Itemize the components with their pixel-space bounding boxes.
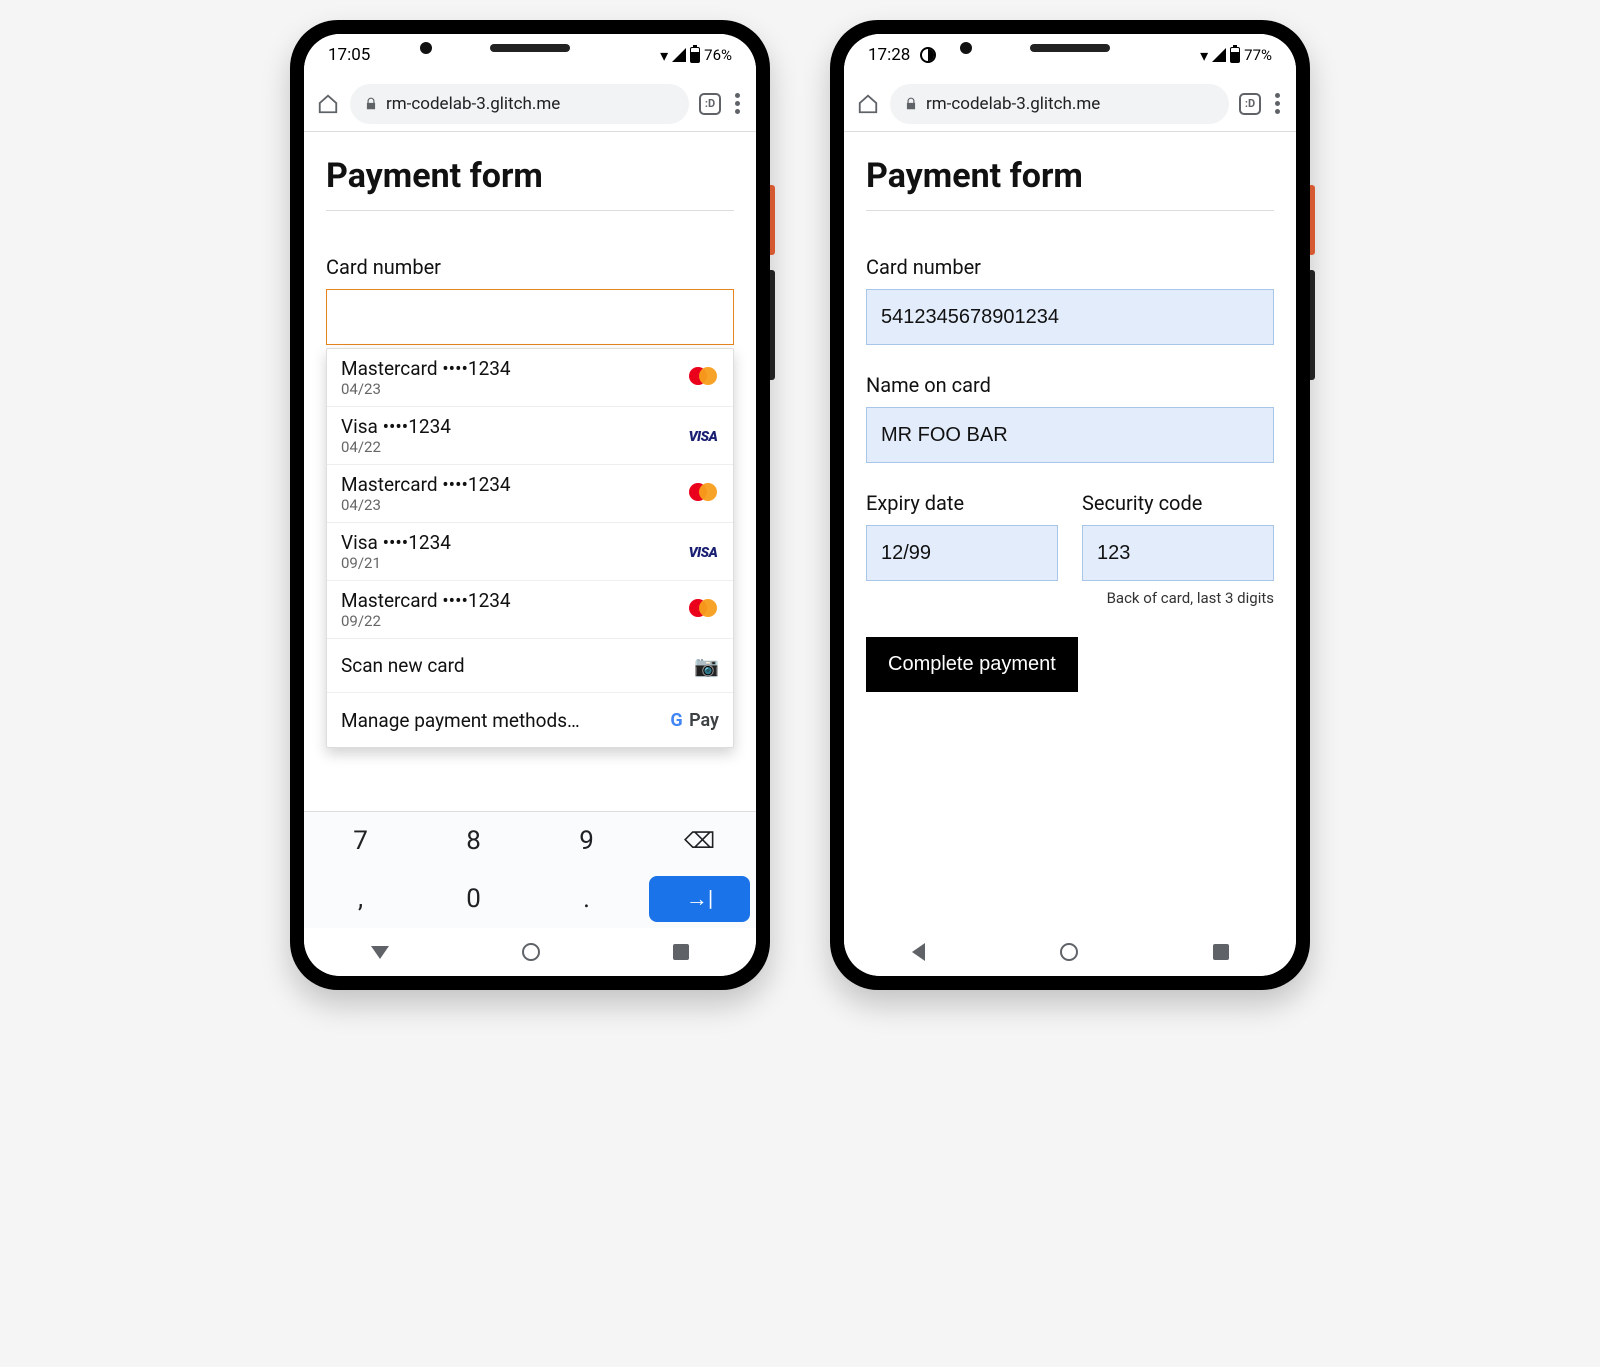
volume-button <box>1310 270 1315 380</box>
phone-left: 17:05 ▾ 76% rm-codelab-3.glitch.me :D Pa… <box>290 20 770 990</box>
signal-icon <box>1212 48 1226 62</box>
expiry-label: Expiry date <box>866 491 1058 515</box>
numeric-keyboard: 789⌫,0.→| <box>304 811 756 928</box>
power-button <box>1310 185 1315 255</box>
lock-icon <box>904 97 918 111</box>
signal-icon <box>672 48 686 62</box>
tabs-icon[interactable]: :D <box>1239 93 1261 115</box>
url-text: rm-codelab-3.glitch.me <box>386 94 560 114</box>
gpay-icon: G Pay <box>670 710 719 731</box>
key-0[interactable]: 0 <box>417 870 530 928</box>
address-bar[interactable]: rm-codelab-3.glitch.me <box>350 84 689 124</box>
battery-percentage: 76% <box>704 46 732 64</box>
browser-toolbar: rm-codelab-3.glitch.me :D <box>304 76 756 132</box>
security-code-input[interactable] <box>1082 525 1274 581</box>
phone-right: 17:28 ▾ 77% rm-codelab-3.glitch.me :D Pa… <box>830 20 1310 990</box>
nav-back-icon[interactable] <box>912 943 925 961</box>
card-expiry: 09/21 <box>341 554 451 572</box>
key-go[interactable]: →| <box>649 876 750 922</box>
page-content: Payment form Card number Name on card Ex… <box>844 132 1296 928</box>
nav-home-icon[interactable] <box>1060 943 1078 961</box>
name-on-card-label: Name on card <box>866 373 1274 397</box>
status-bar: 17:28 ▾ 77% <box>844 34 1296 76</box>
key-backspace[interactable]: ⌫ <box>643 812 756 870</box>
nav-recent-icon[interactable] <box>673 944 689 960</box>
wifi-icon: ▾ <box>1200 46 1208 65</box>
camera-icon: 📷 <box>694 654 719 678</box>
card-expiry: 09/22 <box>341 612 511 630</box>
clock: 17:28 <box>868 45 910 65</box>
address-bar[interactable]: rm-codelab-3.glitch.me <box>890 84 1229 124</box>
autofill-card-item[interactable]: Mastercard ••••123409/22 <box>327 581 733 639</box>
scan-label: Scan new card <box>341 654 465 677</box>
page-content: Payment form Card number Mastercard ••••… <box>304 132 756 811</box>
wifi-icon: ▾ <box>660 46 668 65</box>
card-brand-mask: Mastercard ••••1234 <box>341 473 511 496</box>
key-8[interactable]: 8 <box>417 812 530 870</box>
scan-new-card[interactable]: Scan new card 📷 <box>327 639 733 693</box>
card-expiry: 04/22 <box>341 438 451 456</box>
card-expiry: 04/23 <box>341 496 511 514</box>
menu-icon[interactable] <box>731 93 744 114</box>
lock-icon <box>364 97 378 111</box>
manage-payment-methods[interactable]: Manage payment methods… G Pay <box>327 693 733 747</box>
tabs-icon[interactable]: :D <box>699 93 721 115</box>
key-,[interactable]: , <box>304 870 417 928</box>
home-icon[interactable] <box>316 92 340 116</box>
card-brand-mask: Mastercard ••••1234 <box>341 357 511 380</box>
battery-percentage: 77% <box>1244 46 1272 64</box>
nav-recent-icon[interactable] <box>1213 944 1229 960</box>
android-navbar <box>844 928 1296 976</box>
expiry-input[interactable] <box>866 525 1058 581</box>
mastercard-icon <box>689 367 717 385</box>
screen: 17:05 ▾ 76% rm-codelab-3.glitch.me :D Pa… <box>304 34 756 976</box>
key-.[interactable]: . <box>530 870 643 928</box>
card-brand-mask: Visa ••••1234 <box>341 415 451 438</box>
name-on-card-input[interactable] <box>866 407 1274 463</box>
autofill-card-item[interactable]: Visa ••••123404/22 VISA <box>327 407 733 465</box>
screen: 17:28 ▾ 77% rm-codelab-3.glitch.me :D Pa… <box>844 34 1296 976</box>
card-expiry: 04/23 <box>341 380 511 398</box>
autofill-card-item[interactable]: Mastercard ••••123404/23 <box>327 465 733 523</box>
nav-home-icon[interactable] <box>522 943 540 961</box>
card-number-input[interactable] <box>866 289 1274 345</box>
security-code-label: Security code <box>1082 491 1274 515</box>
battery-icon <box>1230 47 1240 63</box>
status-bar: 17:05 ▾ 76% <box>304 34 756 76</box>
complete-payment-button[interactable]: Complete payment <box>866 637 1078 692</box>
card-number-input[interactable] <box>326 289 734 345</box>
url-text: rm-codelab-3.glitch.me <box>926 94 1100 114</box>
card-brand-mask: Visa ••••1234 <box>341 531 451 554</box>
nav-back-icon[interactable] <box>371 946 389 959</box>
key-9[interactable]: 9 <box>530 812 643 870</box>
card-number-label: Card number <box>326 255 734 279</box>
autofill-card-item[interactable]: Mastercard ••••123404/23 <box>327 349 733 407</box>
key-7[interactable]: 7 <box>304 812 417 870</box>
visa-icon: VISA <box>689 429 718 445</box>
menu-icon[interactable] <box>1271 93 1284 114</box>
mastercard-icon <box>689 599 717 617</box>
mastercard-icon <box>689 483 717 501</box>
visa-icon: VISA <box>689 545 718 561</box>
battery-icon <box>690 47 700 63</box>
card-brand-mask: Mastercard ••••1234 <box>341 589 511 612</box>
home-icon[interactable] <box>856 92 880 116</box>
android-navbar <box>304 928 756 976</box>
autofill-dropdown: Mastercard ••••123404/23Visa ••••123404/… <box>326 348 734 748</box>
page-title: Payment form <box>866 156 1274 211</box>
browser-toolbar: rm-codelab-3.glitch.me :D <box>844 76 1296 132</box>
clock: 17:05 <box>328 45 370 65</box>
card-number-label: Card number <box>866 255 1274 279</box>
autofill-card-item[interactable]: Visa ••••123409/21 VISA <box>327 523 733 581</box>
power-button <box>770 185 775 255</box>
volume-button <box>770 270 775 380</box>
security-code-hint: Back of card, last 3 digits <box>866 589 1274 607</box>
data-saver-icon <box>920 47 936 63</box>
page-title: Payment form <box>326 156 734 211</box>
manage-label: Manage payment methods… <box>341 709 580 732</box>
